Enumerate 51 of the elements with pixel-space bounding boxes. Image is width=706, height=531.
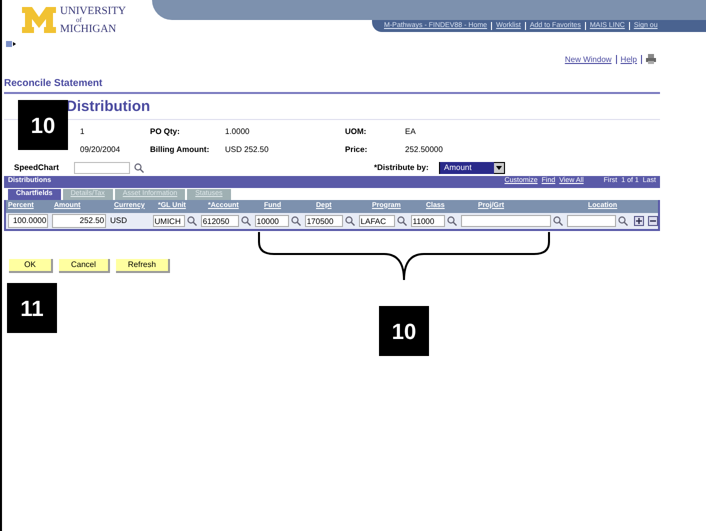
search-icon[interactable] (446, 216, 457, 226)
chartfield-input[interactable]: 612050 (200, 214, 239, 226)
logo-text: UNIVERSITY (60, 6, 126, 16)
help-link[interactable]: Help (616, 54, 642, 64)
amount-field[interactable]: 100.0000 (8, 214, 48, 228)
page-button[interactable]: Refresh (116, 258, 170, 272)
search-icon[interactable] (396, 216, 407, 226)
search-icon[interactable] (186, 216, 197, 226)
block-m-icon (22, 7, 56, 33)
field-label: PO Qty: (150, 126, 181, 138)
search-icon[interactable] (240, 216, 251, 226)
search-icon[interactable] (134, 162, 144, 172)
field-label: Billing Amount: (150, 144, 210, 156)
dropdown-icon[interactable] (494, 162, 504, 172)
field-label: UOM: (345, 126, 368, 138)
add-row-icon[interactable] (634, 216, 644, 226)
callout-badge: 10 (18, 100, 68, 150)
field-label: Price: (345, 144, 368, 156)
breadcrumb: Reconcile Statement (4, 76, 660, 94)
table-cell: USD (110, 214, 127, 226)
field-label: SpeedChart (13, 162, 60, 174)
field-value: 252.50000 (405, 144, 443, 156)
chartfield-input[interactable]: 170500 (304, 214, 343, 226)
page-button[interactable]: Cancel (59, 258, 110, 272)
logo-text: MICHIGAN (60, 24, 118, 34)
search-icon[interactable] (290, 216, 301, 226)
search-icon[interactable] (552, 216, 563, 226)
field-value: EA (405, 126, 416, 138)
chartfield-input[interactable]: 11000 (410, 214, 445, 226)
field-value: 1 (80, 126, 86, 138)
callout-badge: 11 (7, 283, 57, 333)
chartfield-input[interactable] (460, 214, 551, 226)
speedchart-field[interactable] (74, 162, 130, 174)
distribute-by-dropdown[interactable]: Amount (439, 162, 505, 174)
search-icon[interactable] (344, 216, 355, 226)
chartfield-input[interactable]: 10000 (254, 214, 289, 226)
callout-badge: 10 (379, 306, 429, 356)
chartfield-input[interactable] (566, 214, 616, 226)
chartfield-input[interactable]: UMICH (152, 214, 185, 226)
amount-field[interactable]: 252.50 (52, 214, 106, 228)
new-window-link[interactable]: New Window (560, 54, 617, 64)
delete-row-icon[interactable] (648, 216, 658, 226)
page-button[interactable]: OK (9, 258, 53, 272)
field-value: 1.0000 (225, 126, 250, 138)
field-label: *Distribute by: (374, 162, 430, 174)
chartfield-input[interactable]: LAFAC (358, 214, 395, 226)
search-icon[interactable] (618, 216, 628, 226)
field-value: 09/20/2004 (80, 144, 122, 156)
field-value: USD 252.50 (225, 144, 270, 156)
printer-icon[interactable] (646, 54, 656, 64)
expand-icon[interactable] (6, 40, 16, 48)
